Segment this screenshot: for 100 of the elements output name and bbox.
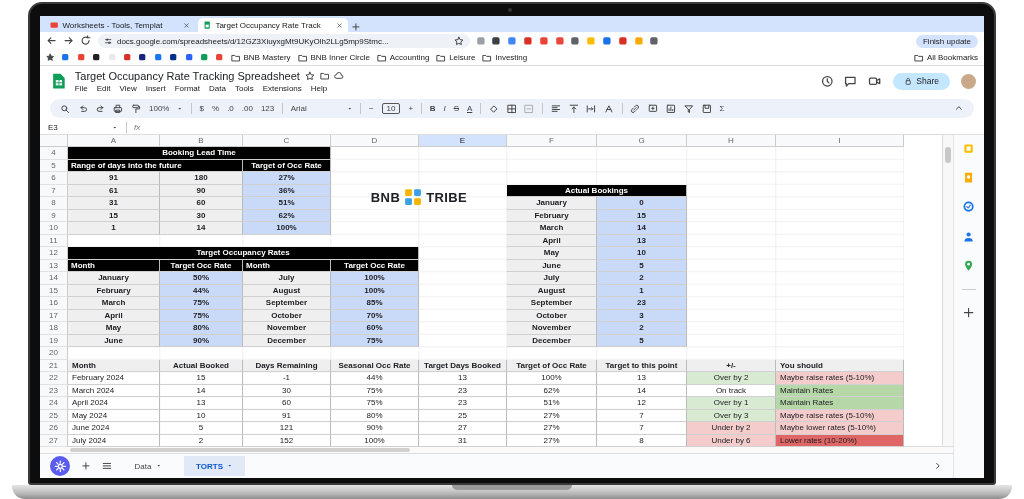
finish-update-button[interactable]: Finish update bbox=[915, 34, 978, 48]
bookmark-folder[interactable]: BNB Inner Circle bbox=[297, 52, 370, 63]
row-header[interactable]: 24 bbox=[40, 397, 68, 410]
row-header[interactable]: 6 bbox=[40, 172, 68, 185]
bookmark-folder[interactable]: Investing bbox=[482, 52, 528, 63]
row-header[interactable]: 26 bbox=[40, 422, 68, 435]
cloud-icon[interactable] bbox=[334, 70, 345, 81]
all-bookmarks-button[interactable]: All Bookmarks bbox=[914, 52, 978, 63]
browser-tab[interactable]: Worksheets - Tools, Templat bbox=[45, 18, 195, 32]
number-format-button[interactable]: % bbox=[212, 104, 220, 113]
extension-icon[interactable] bbox=[601, 36, 612, 46]
tasks-icon[interactable] bbox=[963, 201, 975, 213]
search-icon[interactable] bbox=[60, 103, 70, 114]
star-icon[interactable] bbox=[453, 36, 464, 46]
menu-item[interactable]: Help bbox=[310, 83, 328, 93]
menu-item[interactable]: Edit bbox=[96, 83, 111, 93]
reload-icon[interactable] bbox=[80, 35, 92, 47]
vertical-align-icon[interactable] bbox=[568, 103, 579, 114]
wrap-icon[interactable] bbox=[586, 103, 597, 114]
paint-format-icon[interactable] bbox=[131, 103, 141, 114]
row-header[interactable]: 16 bbox=[40, 297, 68, 310]
comment-icon[interactable] bbox=[844, 74, 857, 88]
menu-item[interactable]: View bbox=[119, 83, 137, 93]
column-header[interactable]: F bbox=[507, 135, 597, 147]
caret-icon[interactable] bbox=[112, 124, 118, 131]
explore-icon[interactable] bbox=[933, 461, 943, 471]
menu-item[interactable]: Format bbox=[174, 83, 201, 93]
sheet-tab[interactable]: Data bbox=[122, 456, 174, 476]
column-header[interactable]: E bbox=[419, 135, 507, 147]
extension-icon[interactable] bbox=[570, 36, 581, 46]
extension-icon[interactable] bbox=[522, 36, 533, 46]
text-style-button[interactable]: B bbox=[429, 104, 436, 113]
redo-icon[interactable] bbox=[95, 103, 106, 114]
contacts-icon[interactable] bbox=[963, 230, 975, 242]
share-button[interactable]: Share bbox=[892, 72, 950, 90]
link-icon[interactable] bbox=[630, 103, 641, 114]
number-format-button[interactable]: .00 bbox=[241, 104, 253, 113]
column-header[interactable]: A bbox=[68, 135, 160, 147]
menu-item[interactable]: Data bbox=[209, 83, 226, 93]
extension-icon[interactable] bbox=[491, 36, 502, 46]
address-bar[interactable]: docs.google.com/spreadsheets/d/12GZ3XiuyxgMt9UKyOlh2LLg5mp9Stmc... bbox=[97, 34, 470, 48]
column-header[interactable]: D bbox=[331, 135, 419, 147]
forward-icon[interactable] bbox=[63, 35, 75, 47]
number-format-button[interactable]: 123 bbox=[260, 104, 275, 113]
star-icon[interactable] bbox=[304, 70, 315, 81]
caret-icon[interactable] bbox=[177, 105, 184, 112]
close-icon[interactable] bbox=[336, 21, 343, 29]
increase-font-button[interactable]: + bbox=[408, 104, 414, 113]
font-select[interactable]: Arial bbox=[290, 104, 339, 113]
column-header[interactable]: I bbox=[776, 135, 904, 147]
extension-icon[interactable] bbox=[617, 36, 628, 46]
chart-icon[interactable] bbox=[666, 103, 676, 114]
video-call-icon[interactable] bbox=[867, 74, 882, 88]
column-header[interactable]: B bbox=[160, 135, 243, 147]
close-icon[interactable] bbox=[183, 21, 190, 29]
views-icon[interactable] bbox=[701, 103, 712, 114]
all-sheets-icon[interactable] bbox=[101, 461, 112, 471]
zoom-select[interactable]: 100% bbox=[149, 104, 170, 113]
filter-icon[interactable] bbox=[683, 103, 694, 114]
bookmarks-star-icon[interactable] bbox=[46, 53, 55, 62]
browser-tab[interactable]: Target Occupancy Rate Track bbox=[198, 18, 348, 32]
menu-item[interactable]: Insert bbox=[145, 83, 166, 93]
row-header[interactable]: 4 bbox=[40, 147, 68, 160]
menu-item[interactable]: File bbox=[74, 83, 88, 93]
sheet-tab[interactable]: TORTS bbox=[184, 456, 245, 476]
bookmark-folder[interactable]: Leisure bbox=[436, 52, 476, 63]
column-header[interactable]: H bbox=[687, 135, 776, 147]
decrease-font-button[interactable]: − bbox=[368, 104, 374, 113]
row-header[interactable]: 14 bbox=[40, 272, 68, 285]
font-size-field[interactable]: 10 bbox=[381, 103, 401, 114]
back-icon[interactable] bbox=[46, 35, 58, 47]
row-header[interactable]: 20 bbox=[40, 347, 68, 360]
menu-item[interactable]: Tools bbox=[234, 83, 254, 93]
text-style-button[interactable]: I bbox=[443, 104, 446, 113]
column-header[interactable]: G bbox=[597, 135, 687, 147]
print-icon[interactable] bbox=[113, 103, 124, 114]
favicon-icon[interactable] bbox=[50, 20, 59, 30]
row-header[interactable]: 22 bbox=[40, 372, 68, 385]
undo-icon[interactable] bbox=[77, 103, 88, 114]
settings-button[interactable] bbox=[50, 456, 70, 476]
sheets-icon[interactable] bbox=[203, 20, 212, 30]
row-header[interactable]: 12 bbox=[40, 247, 68, 260]
column-header[interactable]: C bbox=[243, 135, 331, 147]
text-style-button[interactable]: S bbox=[453, 104, 459, 113]
functions-button[interactable]: Σ bbox=[719, 104, 725, 113]
add-icon[interactable] bbox=[963, 307, 975, 319]
document-title[interactable]: Target Occupancy Rate Tracking Spreadsheet bbox=[74, 69, 300, 82]
bookmark-folder[interactable]: Accounting bbox=[377, 52, 430, 63]
menu-item[interactable]: Extensions bbox=[262, 83, 302, 93]
extension-icon[interactable] bbox=[649, 36, 660, 46]
row-header[interactable]: 10 bbox=[40, 222, 68, 235]
name-box[interactable]: E3 bbox=[48, 123, 104, 132]
bookmark-folder[interactable]: BNB Mastery bbox=[230, 52, 291, 63]
vertical-scrollbar[interactable] bbox=[942, 135, 953, 446]
maps-icon[interactable] bbox=[963, 259, 975, 271]
fill-color-icon[interactable] bbox=[488, 103, 499, 114]
new-tab-icon[interactable] bbox=[351, 22, 361, 32]
caret-icon[interactable] bbox=[346, 105, 353, 112]
borders-icon[interactable] bbox=[506, 103, 517, 114]
align-icon[interactable] bbox=[550, 103, 561, 114]
